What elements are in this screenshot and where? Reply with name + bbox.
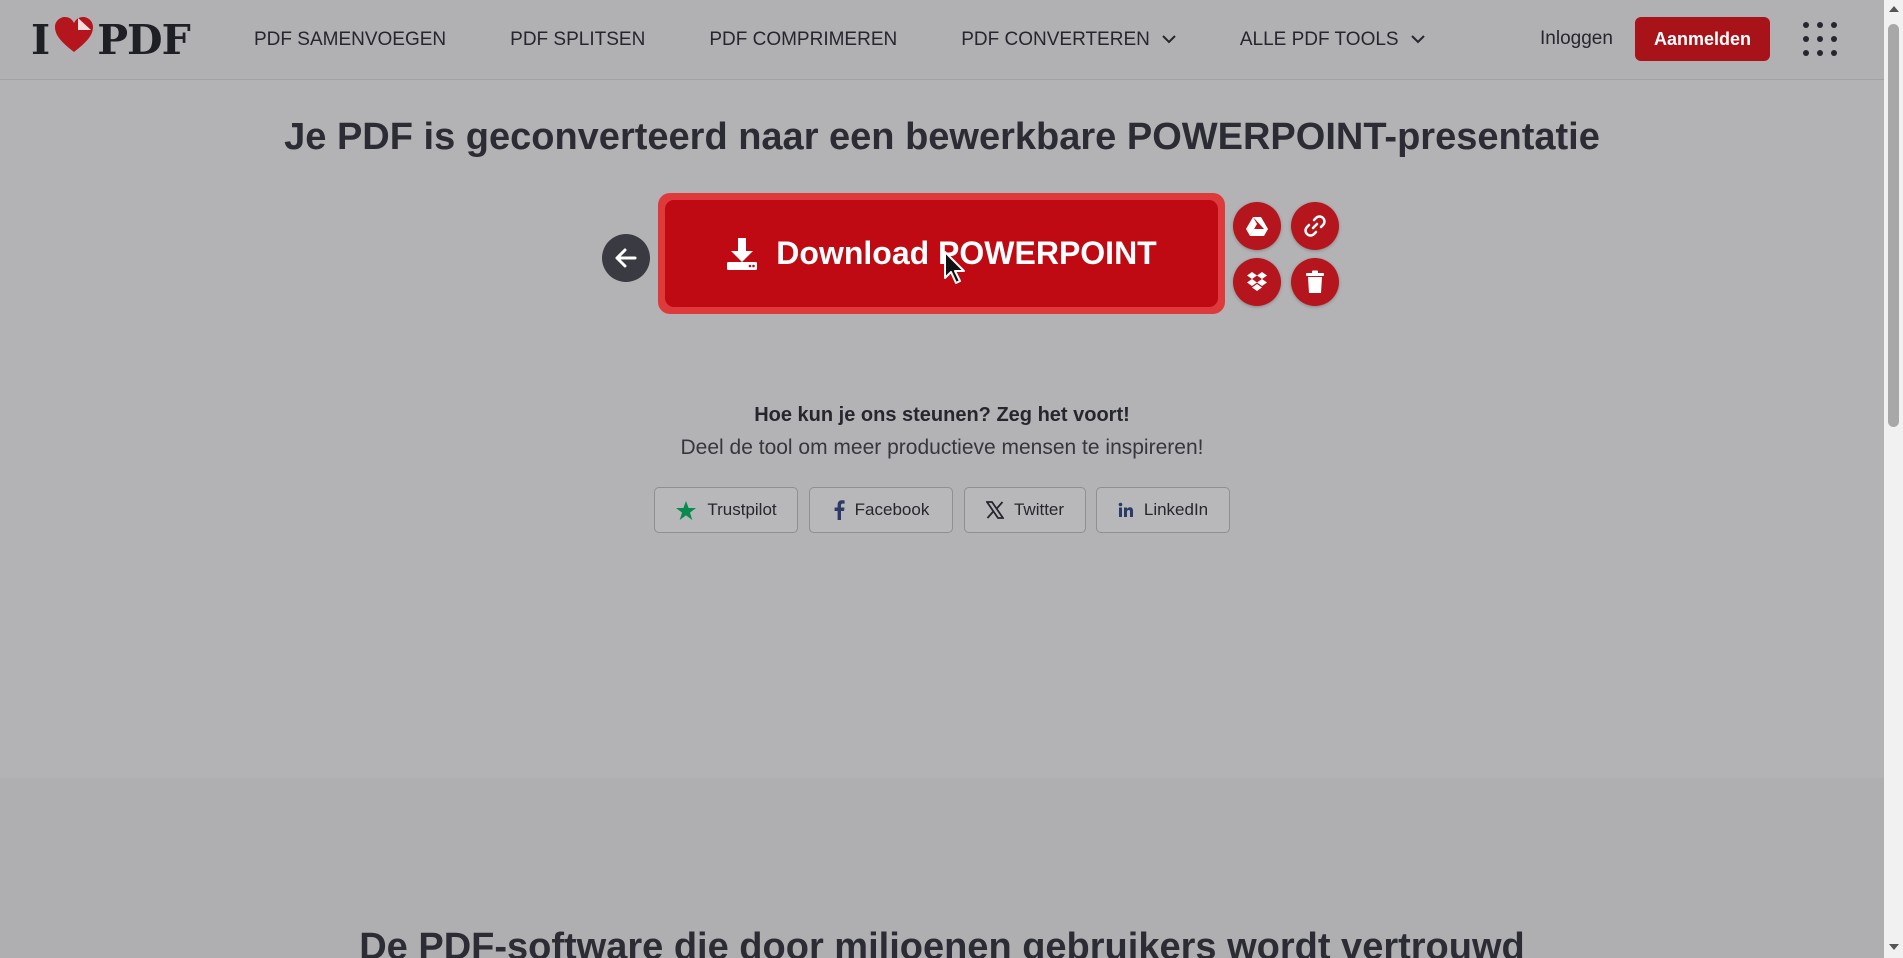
nav-all-pdf-tools-dropdown[interactable]: ALLE PDF TOOLS [1240,29,1425,51]
x-icon [985,501,1004,519]
link-icon [1304,215,1326,237]
save-to-dropbox-button[interactable] [1233,258,1281,306]
social-label: Facebook [854,500,930,519]
download-button-focus-ring: Download POWERPOINT [658,193,1225,314]
copy-link-button[interactable] [1291,202,1339,250]
trash-icon [1306,270,1324,293]
ilovepdf-logo[interactable]: I PDF [31,16,191,64]
result-section [0,80,1884,778]
login-link[interactable]: Inloggen [1540,28,1613,50]
chevron-down-icon [1410,35,1425,44]
linkedin-button[interactable]: LinkedIn [1096,487,1230,533]
scrollbar-thumb[interactable] [1888,24,1899,427]
logo-letter-i: I [31,16,50,64]
nav-label: PDF COMPRIMEREN [709,28,898,50]
signup-button[interactable]: Aanmelden [1635,17,1770,61]
social-label: Twitter [1013,500,1065,519]
nav-split-pdf[interactable]: PDF SPLITSEN [510,29,645,51]
trusted-section: De PDF-software die door miljoenen gebru… [0,778,1884,958]
apps-grid-icon[interactable] [1803,22,1837,56]
nav-convert-pdf-dropdown[interactable]: PDF CONVERTEREN [961,29,1176,51]
trustpilot-button[interactable]: Trustpilot [654,487,798,533]
main-nav: PDF SAMENVOEGEN PDF SPLITSEN PDF COMPRIM… [254,0,1489,79]
nav-label: PDF SAMENVOEGEN [254,28,447,50]
trusted-section-title: De PDF-software die door miljoenen gebru… [359,926,1525,958]
star-icon [675,500,697,521]
twitter-button[interactable]: Twitter [964,487,1086,533]
download-button[interactable]: Download POWERPOINT [665,200,1218,307]
heart-logo-icon [53,16,95,64]
arrow-left-icon [615,248,637,268]
nav-merge-pdf[interactable]: PDF SAMENVOEGEN [254,29,446,51]
facebook-button[interactable]: Facebook [809,487,953,533]
delete-file-button[interactable] [1291,258,1339,306]
download-icon [726,237,758,271]
chevron-down-icon [1162,35,1176,44]
google-drive-icon [1246,216,1268,236]
back-button[interactable] [602,234,650,282]
social-label: Trustpilot [707,500,777,519]
nav-label: ALLE PDF TOOLS [1239,28,1399,50]
linkedin-icon [1118,502,1134,518]
mouse-cursor-icon [943,250,969,291]
facebook-icon [833,500,845,520]
top-navbar: I PDF PDF SAMENVOEGEN PDF SPLITSEN PDF C… [0,0,1884,80]
nav-compress-pdf[interactable]: PDF COMPRIMEREN [709,29,897,51]
support-heading: Hoe kun je ons steunen? Zeg het voort! [754,404,1130,426]
page-scrollbar[interactable] [1884,0,1903,958]
save-to-google-drive-button[interactable] [1233,202,1281,250]
scroll-down-arrow-icon[interactable] [1889,944,1899,950]
social-label: LinkedIn [1143,500,1209,519]
logo-text-pdf: PDF [97,16,190,64]
page-title: Je PDF is geconverteerd naar een bewerkb… [284,116,1600,158]
nav-label: PDF SPLITSEN [510,28,646,50]
nav-label: PDF CONVERTEREN [961,28,1150,50]
scroll-up-arrow-icon[interactable] [1889,6,1899,12]
dropbox-icon [1247,272,1267,291]
support-subtext: Deel de tool om meer productieve mensen … [680,436,1204,459]
